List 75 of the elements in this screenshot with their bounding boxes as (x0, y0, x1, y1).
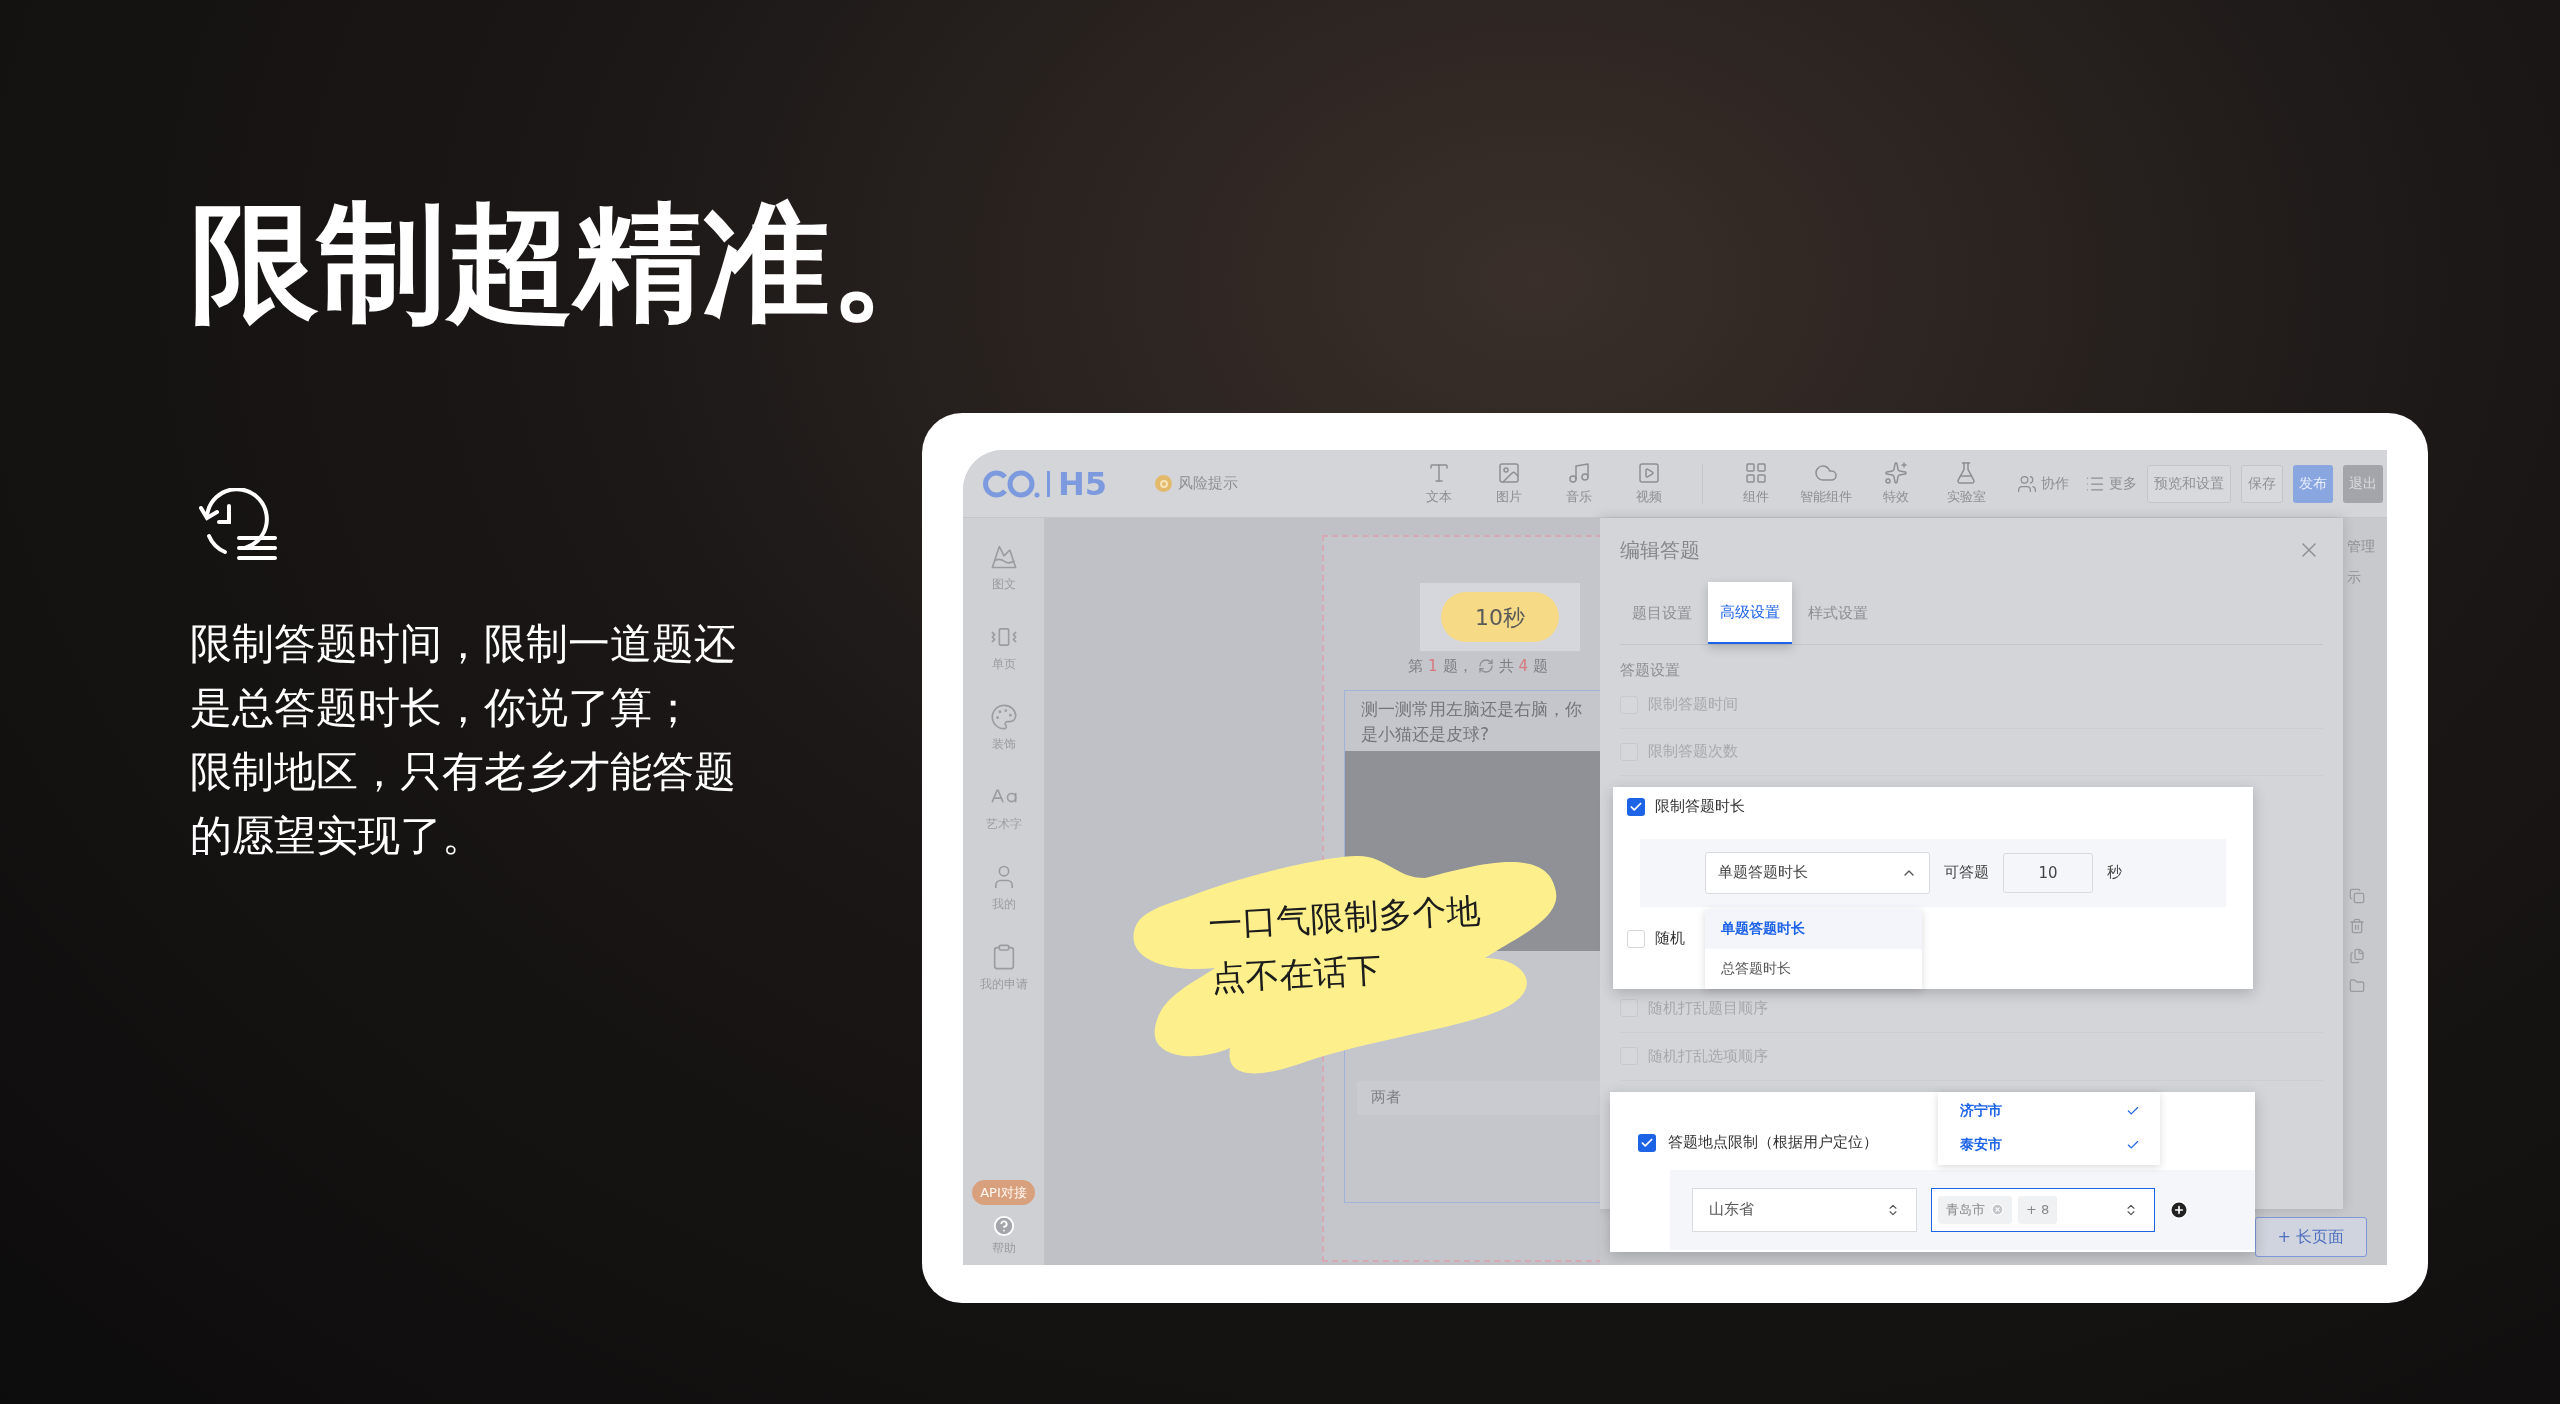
mountain-icon (989, 543, 1018, 571)
option-label: 答题地点限制（根据用户定位） (1668, 1132, 1878, 1154)
risk-notice-link[interactable]: 风险提示 (1178, 472, 1239, 495)
toolbar-button[interactable]: 组件 (1721, 460, 1791, 507)
play-square-icon (1637, 460, 1661, 485)
section-label: 答题设置 (1620, 660, 1681, 681)
option-label: 随机 (1655, 928, 1685, 950)
flask-icon (1954, 460, 1978, 485)
question-text: 是小猫还是皮球? (1361, 722, 1491, 746)
checkbox[interactable] (1627, 797, 1645, 816)
mode-select[interactable]: 单题答题时长 (1705, 851, 1930, 894)
toolbar-button[interactable]: 文本 (1404, 460, 1474, 507)
header-button[interactable]: 保存 (2241, 464, 2283, 503)
option-text: 两者 (1371, 1087, 1401, 1109)
api-badge[interactable]: API对接 (972, 1179, 1035, 1205)
tab[interactable]: 题目设置 (1620, 582, 1704, 644)
copy-icon[interactable] (2349, 888, 2365, 904)
music-note-icon (1567, 460, 1591, 485)
files-icon[interactable] (2349, 948, 2365, 964)
palette-icon (989, 703, 1018, 731)
option-label: 限制答题时长 (1655, 796, 1745, 818)
toolbar-button[interactable]: 实验室 (1931, 460, 2001, 507)
add-icon[interactable] (2169, 1199, 2189, 1220)
headline: 限制超精准。 (190, 187, 922, 339)
current-question-number: 1 (1428, 656, 1438, 677)
image-icon (1497, 460, 1521, 485)
dropdown-item[interactable]: 济宁市 (1938, 1093, 2160, 1128)
progress-text: 共 (1498, 656, 1514, 677)
unit-label: 秒 (2107, 862, 2122, 884)
header-button[interactable]: 发布 (2293, 464, 2333, 503)
add-long-page-button[interactable]: + 长页面 (2254, 1217, 2367, 1257)
city-tag: 青岛市 (1938, 1195, 2012, 1224)
logo-text: H5 (1058, 467, 1108, 500)
description-line: 限制地区，只有老乡才能答题 (190, 746, 737, 798)
toolbar-button[interactable]: 更多 (2085, 473, 2137, 494)
progress-text: 题 (1533, 656, 1549, 677)
header-button[interactable]: 预览和设置 (2147, 464, 2231, 503)
toolbar-button[interactable]: 协作 (2017, 473, 2069, 494)
total-question-number: 4 (1518, 656, 1529, 677)
seconds-input[interactable]: 10 (2003, 852, 2093, 893)
field-label: 可答题 (1944, 862, 1989, 884)
checkbox[interactable] (1627, 929, 1645, 948)
progress-text: 第 (1408, 656, 1423, 677)
coin-icon (1155, 475, 1173, 492)
toolbar-button[interactable]: 图片 (1474, 460, 1544, 507)
panel-title: 编辑答题 (1620, 537, 1700, 564)
trash-icon[interactable] (2349, 918, 2365, 934)
checkbox[interactable] (1638, 1133, 1656, 1152)
grid-icon (1744, 460, 1768, 485)
dropdown-item[interactable]: 泰安市 (1938, 1127, 2160, 1162)
remove-icon[interactable] (1991, 1203, 2004, 1216)
users-icon (2017, 473, 2037, 494)
rotate-icon[interactable] (1477, 658, 1494, 675)
dropdown-item[interactable]: 单题答题时长 (1705, 908, 1922, 949)
question-text: 测一测常用左脑还是右脑，你 (1361, 697, 1583, 721)
sticker-text: 一口气限制多个地 (1207, 888, 1482, 947)
sparkles-icon (1884, 460, 1908, 485)
toolbar-button[interactable]: 视频 (1614, 460, 1684, 507)
description-line: 是总答题时长，你说了算； (190, 682, 695, 734)
toolbar-button[interactable]: 特效 (1861, 460, 1931, 507)
dropdown-item[interactable]: 总答题时长 (1705, 948, 1922, 989)
description-line: 限制答题时间，限制一道题还 (190, 618, 737, 670)
tab[interactable]: 样式设置 (1796, 582, 1880, 644)
province-select[interactable]: 山东省 (1692, 1187, 1917, 1232)
progress-text: 题， (1442, 656, 1473, 677)
description-line: 的愿望实现了。 (190, 810, 485, 862)
folder-icon[interactable] (2349, 978, 2365, 994)
more-count-tag: + 8 (2018, 1195, 2058, 1224)
timer-pill: 10秒 (1441, 592, 1559, 642)
city-select[interactable]: 青岛市 + 8 (1931, 1187, 2155, 1232)
help-icon (992, 1215, 1015, 1237)
tab[interactable]: 高级设置 (1708, 582, 1792, 644)
sticker-text: 点不在话下 (1210, 948, 1384, 1001)
toolbar-button[interactable]: 智能组件 (1791, 460, 1861, 507)
toolbar-button[interactable]: 音乐 (1544, 460, 1614, 507)
